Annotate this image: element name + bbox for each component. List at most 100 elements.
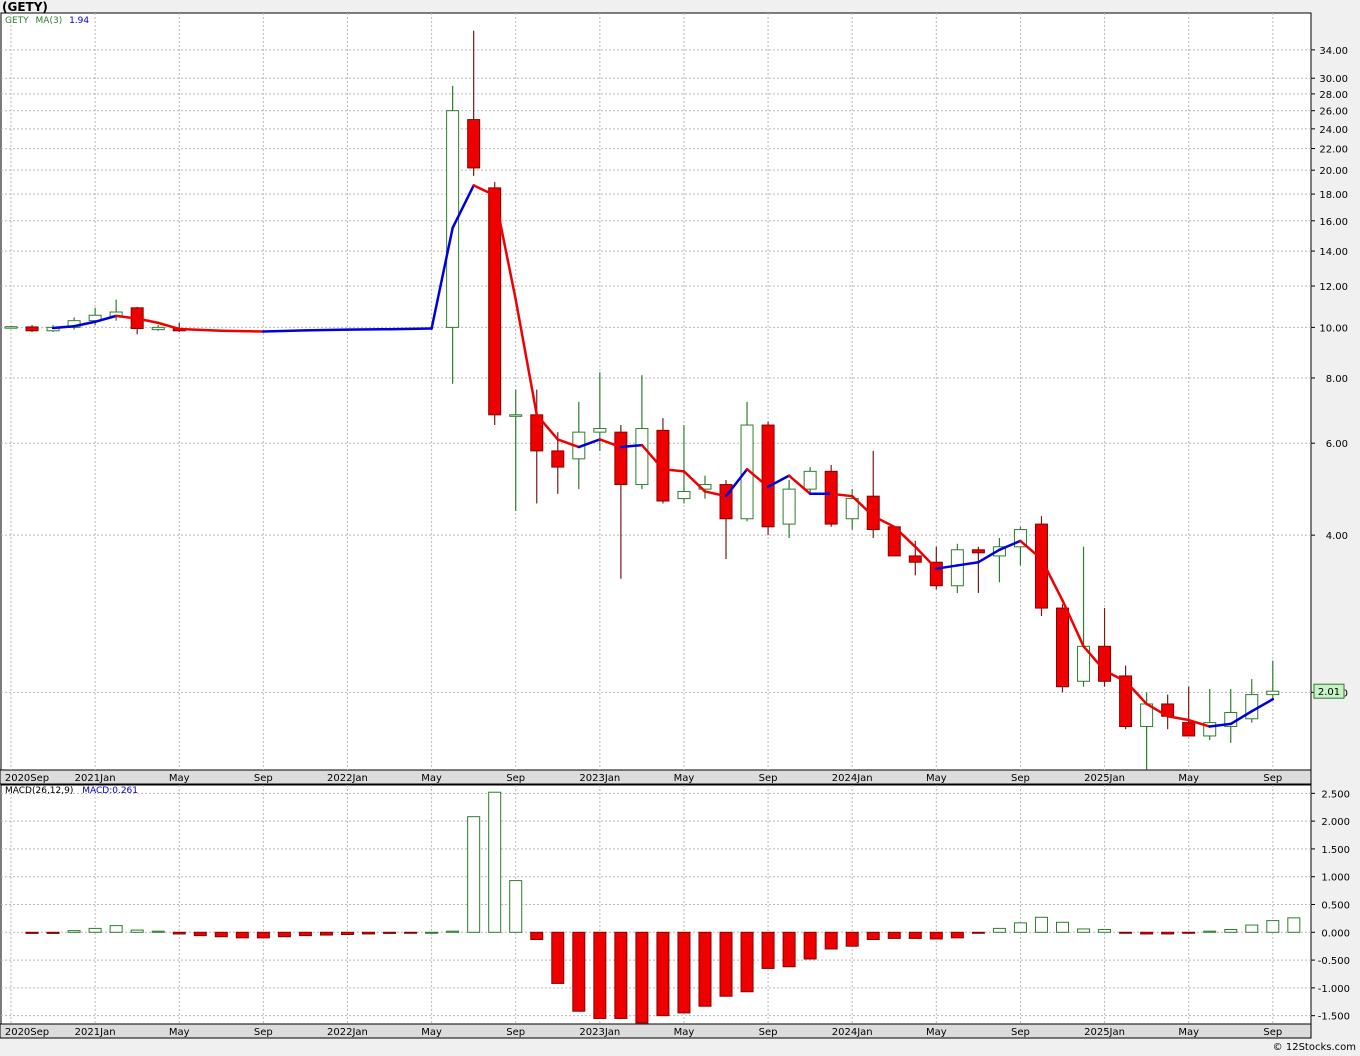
macd-bar	[214, 931, 228, 938]
macd-bar	[1161, 931, 1175, 935]
x-tick-label: Sep	[1011, 773, 1030, 784]
x-tick-label: Sep	[506, 1027, 525, 1038]
candle-body	[4, 326, 18, 329]
macd-bar	[235, 931, 249, 939]
macd-bar	[1287, 917, 1301, 933]
macd-bar	[656, 931, 670, 1017]
y-tick-label: 22.00	[1319, 145, 1348, 156]
x-tick-label: 2023Jan	[579, 1027, 620, 1038]
macd-bar	[866, 931, 880, 941]
macd-bar	[1013, 922, 1027, 933]
last-price-label: 2.01	[1318, 687, 1340, 698]
macd-bar	[88, 927, 102, 933]
macd-bar	[67, 930, 81, 933]
candle-body	[971, 549, 985, 554]
macd-bar	[1266, 920, 1280, 933]
macd-bar	[1224, 929, 1238, 933]
macd-bar	[950, 931, 964, 939]
price-legend: GETY MA(3) 1.94	[5, 16, 89, 26]
macd-bar	[362, 931, 376, 935]
x-tick-label: Sep	[1263, 773, 1282, 784]
candle-body	[551, 450, 565, 468]
x-tick-label: May	[169, 1027, 190, 1038]
y-tick-label: 18.00	[1319, 190, 1348, 201]
macd-bar	[404, 931, 418, 934]
y-tick-label: 12.00	[1319, 282, 1348, 293]
x-tick-label: 2025Jan	[1084, 773, 1125, 784]
x-tick-label: 2021Jan	[75, 1027, 116, 1038]
x-tick-label: 2022Jan	[327, 773, 368, 784]
x-tick-label: May	[421, 773, 442, 784]
y-tick-label: 0.500	[1321, 901, 1350, 912]
x-tick-label: May	[1178, 1027, 1199, 1038]
macd-bar	[340, 931, 354, 936]
macd-bar	[1077, 928, 1091, 933]
macd-bar	[698, 931, 712, 1007]
x-tick-label: May	[926, 1027, 947, 1038]
x-tick-label: Sep	[506, 773, 525, 784]
macd-bar	[845, 931, 859, 947]
y-tick-label: -1.500	[1318, 1012, 1350, 1023]
candle-body	[25, 326, 39, 332]
macd-bar	[172, 931, 186, 935]
macd-bar	[277, 931, 291, 938]
y-tick-label: 1.000	[1321, 873, 1350, 884]
x-tick-label: 2022Jan	[327, 1027, 368, 1038]
y-tick-label: -1.000	[1318, 984, 1350, 995]
macd-bar	[46, 931, 60, 934]
y-tick-label: 20.00	[1319, 166, 1348, 177]
macd-bar	[551, 931, 565, 984]
macd-bar	[740, 931, 754, 993]
macd-bar	[1056, 921, 1069, 933]
ma-legend-label: MA(3)	[35, 16, 63, 26]
macd-bar	[488, 791, 502, 933]
candle-body	[677, 490, 691, 500]
candle-body	[1119, 675, 1133, 728]
macd-bar	[1034, 916, 1048, 933]
ma-segment	[262, 329, 307, 333]
ma-segment	[304, 328, 349, 332]
macd-bar	[298, 931, 312, 937]
ma-legend-value: 1.94	[69, 16, 90, 26]
ma-segment	[388, 327, 433, 331]
macd-bar	[677, 931, 691, 1014]
macd-bar	[971, 931, 985, 934]
candle-body	[761, 424, 775, 528]
y-tick-label: 0.000	[1321, 928, 1350, 939]
y-tick-label: 30.00	[1319, 74, 1348, 85]
macd-bar	[719, 931, 733, 997]
ma-segment	[220, 329, 265, 333]
macd-bar	[467, 816, 481, 933]
symbol-title: (GETY)	[2, 0, 48, 14]
macd-bar	[1203, 930, 1217, 933]
y-tick-label: 2.500	[1321, 789, 1350, 800]
macd-bar	[803, 931, 817, 960]
macd-bar	[614, 931, 628, 1019]
x-tick-label: Sep	[254, 1027, 273, 1038]
macd-bar	[1245, 924, 1259, 933]
x-tick-label: 2020Sep	[5, 1027, 49, 1038]
candle-body	[635, 428, 649, 486]
y-tick-label: 26.00	[1319, 107, 1348, 118]
x-tick-label: May	[169, 773, 190, 784]
x-tick-label: 2024Jan	[832, 1027, 873, 1038]
macd-bar	[130, 929, 144, 933]
macd-bar	[1098, 929, 1112, 933]
x-tick-label: 2025Jan	[1084, 1027, 1125, 1038]
chart-canvas: 2020Sep 2021Jan May Sep 2022Jan May Sep 2023Jan…	[0, 12, 1350, 1039]
price-plot-area	[0, 12, 1312, 771]
y-tick-label: 2.000	[1321, 817, 1350, 828]
candle-body	[1098, 645, 1112, 682]
x-tick-label: May	[926, 773, 947, 784]
macd-legend: MACD(26,12,9) MACD:0.261	[5, 786, 138, 796]
macd-bar	[761, 931, 775, 969]
x-tick-label: Sep	[759, 1027, 778, 1038]
macd-legend-label: MACD(26,12,9)	[5, 786, 74, 796]
macd-bar	[572, 931, 586, 1012]
site-credit: © 12Stocks.com	[1272, 1042, 1356, 1053]
price-panel: 2020Sep 2021Jan May Sep 2022Jan May Sep 2023Jan…	[0, 12, 1348, 785]
candle-body	[782, 488, 796, 525]
y-tick-label: 4.00	[1326, 531, 1348, 542]
macd-bar	[635, 931, 649, 1024]
macd-bar	[193, 931, 207, 937]
